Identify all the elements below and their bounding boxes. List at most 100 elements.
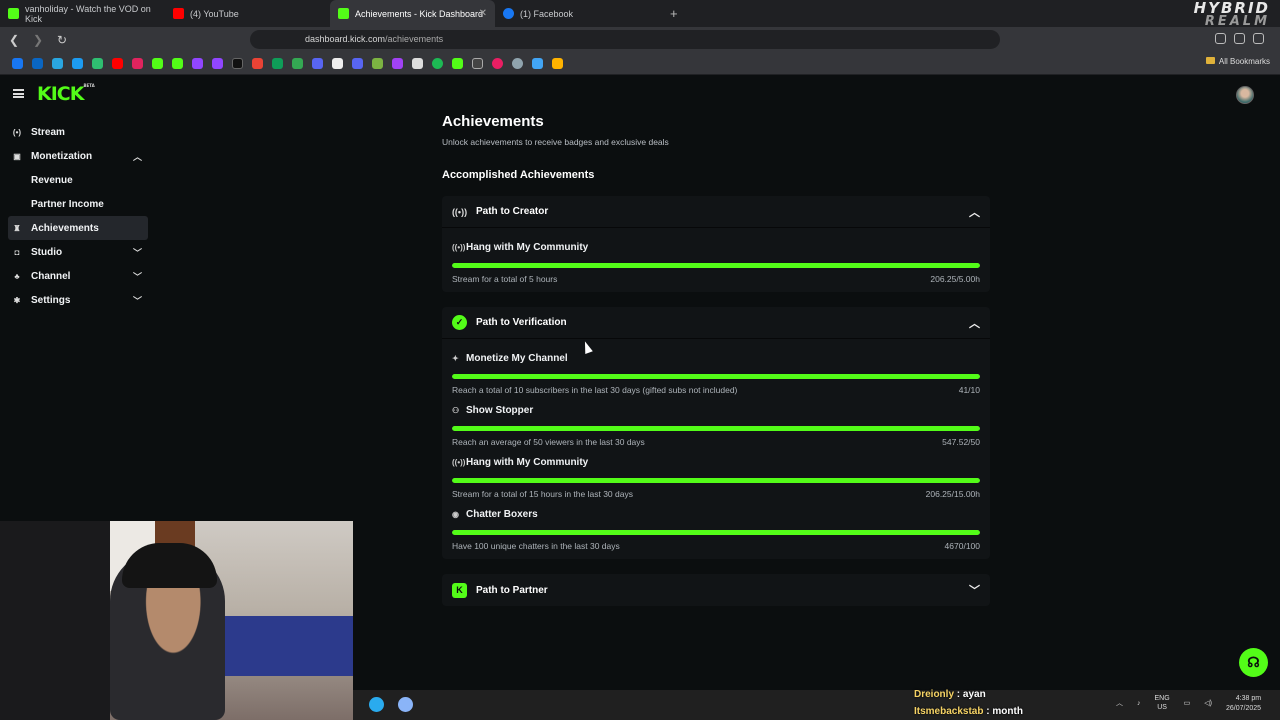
bookmark-tiktok-icon[interactable]	[232, 58, 243, 69]
browser-tab-active[interactable]: Achievements - Kick Dashboard ✕	[330, 0, 495, 27]
achievement-description: Stream for a total of 5 hours	[452, 274, 558, 284]
kick-favicon-icon	[8, 8, 19, 19]
sidebar-item-label: Revenue	[31, 174, 73, 186]
chevron-up-icon[interactable]: ︿	[969, 315, 980, 331]
achievement-progress: 4670/100	[944, 541, 980, 551]
url-text[interactable]: dashboard.kick.com/achievements	[305, 34, 443, 44]
bookmark-discord-icon[interactable]	[352, 58, 363, 69]
extensions-puzzle-icon[interactable]	[1215, 33, 1226, 44]
all-bookmarks-button[interactable]: All Bookmarks	[1205, 57, 1270, 66]
progress-fill	[452, 426, 980, 431]
user-avatar[interactable]	[1236, 86, 1254, 104]
sidebar-item-channel[interactable]: ♣ Channel ﹀	[8, 264, 148, 288]
sidebar-item-achievements[interactable]: ♜ Achievements	[8, 216, 148, 240]
chevron-down-icon[interactable]: ﹀	[133, 294, 142, 307]
browser-tab[interactable]: (4) YouTube	[165, 0, 330, 27]
microphone-icon[interactable]: ♪	[1137, 700, 1141, 707]
hamburger-menu-icon[interactable]	[13, 89, 24, 98]
bookmark-edge-icon[interactable]	[52, 58, 63, 69]
bookmark-icon[interactable]	[472, 58, 483, 69]
youtube-favicon-icon	[173, 8, 184, 19]
close-tab-icon[interactable]: ✕	[479, 8, 487, 19]
downloads-icon[interactable]	[1234, 33, 1245, 44]
telegram-icon[interactable]	[369, 697, 384, 712]
bookmark-icon[interactable]	[432, 58, 443, 69]
browser-tab[interactable]: vanholiday - Watch the VOD on Kick	[0, 0, 165, 27]
bookmark-icon[interactable]	[372, 58, 383, 69]
kick-logo[interactable]: KICKBETA	[37, 83, 95, 105]
bookmark-gmail-icon[interactable]	[252, 58, 263, 69]
settings-app-icon[interactable]	[398, 697, 413, 712]
bookmark-icon[interactable]	[392, 58, 403, 69]
chat-username: Itsmebackstab	[914, 706, 984, 717]
dollar-icon: ▣	[13, 151, 21, 161]
bookmark-icon[interactable]	[292, 58, 303, 69]
volume-icon[interactable]: ◁)	[1204, 699, 1212, 707]
bookmark-twitch-icon[interactable]	[212, 58, 223, 69]
path-card-header[interactable]: ((•)) Path to Creator ︿	[442, 196, 990, 228]
bookmark-icon[interactable]	[532, 58, 543, 69]
progress-fill	[452, 374, 980, 379]
folder-icon	[1205, 57, 1215, 64]
chevron-up-icon[interactable]: ︿	[969, 204, 980, 220]
path-title: Path to Partner	[476, 584, 548, 596]
bookmark-meta-icon[interactable]	[32, 58, 43, 69]
bookmark-icon[interactable]	[312, 58, 323, 69]
sidebar-item-studio[interactable]: ◘ Studio ﹀	[8, 240, 148, 264]
chevron-down-icon[interactable]: ﹀	[133, 246, 142, 259]
achievement-item: ✦ Monetize My Channel Reach a total of 10…	[452, 343, 980, 395]
bookmark-icon[interactable]	[552, 58, 563, 69]
beta-badge: BETA	[83, 83, 95, 88]
viewers-icon: ⚇	[452, 406, 460, 415]
stream-chat-overlay: Dreionly : ayan Itsmebackstab : month	[914, 686, 1023, 720]
sidebar-item-revenue[interactable]: Revenue	[8, 168, 148, 192]
bookmark-icon[interactable]	[492, 58, 503, 69]
kick-k-icon: K	[452, 582, 467, 598]
back-arrow-icon[interactable]: ❮	[4, 33, 24, 47]
bookmark-sheets-icon[interactable]	[272, 58, 283, 69]
forward-arrow-icon[interactable]: ❯	[28, 33, 48, 47]
bookmark-icon[interactable]	[132, 58, 143, 69]
bookmark-kick-icon[interactable]	[152, 58, 163, 69]
bookmark-twitch-icon[interactable]	[192, 58, 203, 69]
sidebar-item-monetization[interactable]: ▣ Monetization ︿	[8, 144, 148, 168]
network-icon[interactable]: ▭	[1184, 699, 1191, 707]
bookmark-kick-icon[interactable]	[172, 58, 183, 69]
sidebar-item-label: Partner Income	[31, 198, 104, 210]
new-tab-plus-icon[interactable]: +	[670, 6, 678, 21]
bookmark-icon[interactable]	[332, 58, 343, 69]
sidebar-icon[interactable]	[1253, 33, 1264, 44]
progress-fill	[452, 263, 980, 268]
gear-icon: ✱	[13, 295, 21, 305]
path-title: Path to Creator	[476, 206, 549, 217]
bookmark-facebook-icon[interactable]	[12, 58, 23, 69]
all-bookmarks-label: All Bookmarks	[1218, 57, 1270, 66]
sidebar-item-stream[interactable]: (•) Stream	[8, 120, 148, 144]
webcam-chair	[0, 521, 110, 720]
chat-text: ayan	[962, 689, 986, 700]
chevron-up-icon[interactable]: ︿	[133, 150, 142, 163]
lang-code: ENG	[1154, 695, 1170, 702]
help-chat-button[interactable]: ☊	[1239, 648, 1268, 677]
bookmark-icon[interactable]	[92, 58, 103, 69]
path-card-header[interactable]: K Path to Partner ﹀	[442, 574, 990, 606]
bookmark-icon[interactable]	[72, 58, 83, 69]
bookmark-youtube-icon[interactable]	[112, 58, 123, 69]
bookmark-icon[interactable]	[412, 58, 423, 69]
browser-tab[interactable]: (1) Facebook	[495, 0, 660, 27]
system-clock[interactable]: 4:38 pm 26/07/2025	[1226, 694, 1261, 714]
bookmark-icon[interactable]	[452, 58, 463, 69]
chevron-up-icon[interactable]: ︿	[1116, 698, 1123, 708]
studio-icon: ◘	[14, 247, 20, 257]
path-card-header[interactable]: ✓ Path to Verification ︿	[442, 307, 990, 339]
achievement-description: Stream for a total of 15 hours in the la…	[452, 489, 633, 499]
language-indicator[interactable]: ENG US	[1155, 694, 1170, 712]
chevron-down-icon[interactable]: ﹀	[969, 582, 980, 598]
sidebar-item-settings[interactable]: ✱ Settings ﹀	[8, 288, 148, 312]
chevron-down-icon[interactable]: ﹀	[133, 270, 142, 283]
path-card-creator: ((•)) Path to Creator ︿ ((•)) Hang with M…	[442, 196, 990, 292]
sidebar-item-partner-income[interactable]: Partner Income	[8, 192, 148, 216]
progress-fill	[452, 478, 980, 483]
reload-icon[interactable]: ↻	[52, 33, 72, 47]
bookmark-icon[interactable]	[512, 58, 523, 69]
